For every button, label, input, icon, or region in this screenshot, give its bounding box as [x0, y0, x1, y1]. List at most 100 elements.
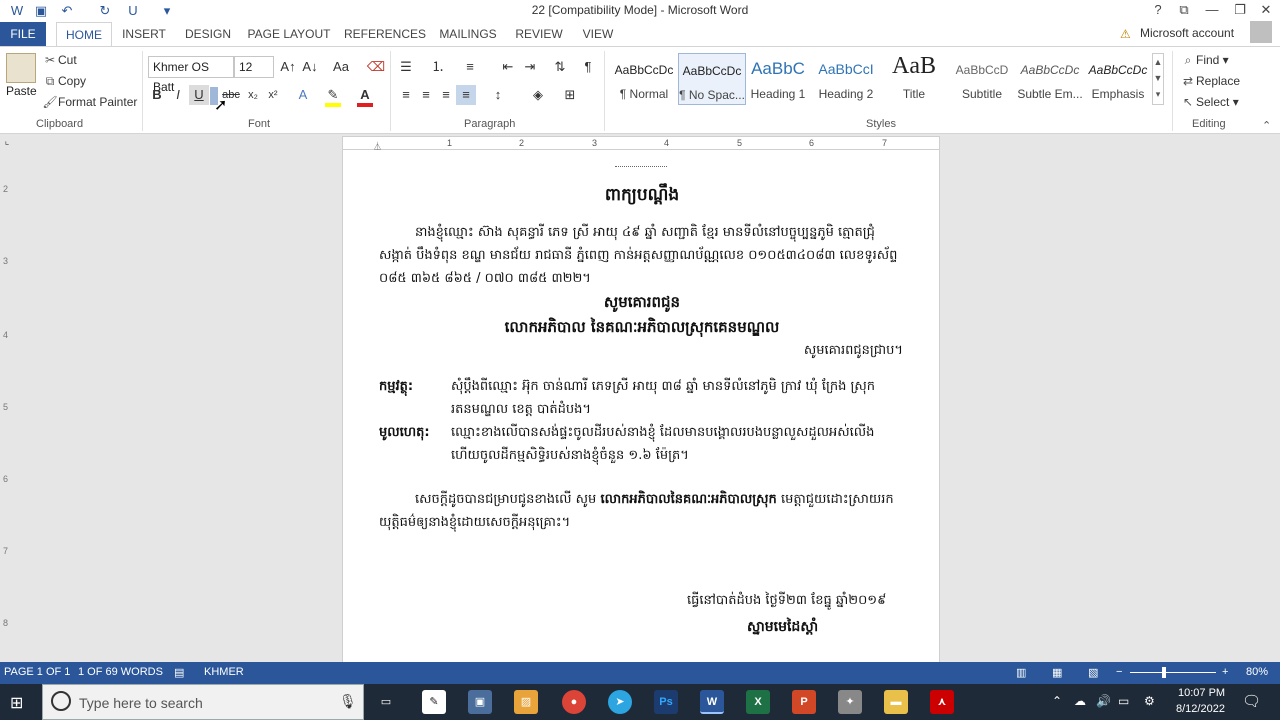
battery-icon[interactable]: ▭ — [1118, 694, 1129, 708]
document-title[interactable]: ពាក្យបណ្ដឹង — [343, 184, 941, 209]
style-heading-2[interactable]: AaBbCcI Heading 2 — [812, 53, 880, 105]
reason-line[interactable]: ហើយចូលដីកម្មសិទ្ធិរបស់នាងខ្ញុំចំនួន ១.៦ … — [451, 447, 689, 466]
clock-date[interactable]: 8/12/2022 — [1176, 703, 1225, 715]
select-button[interactable]: ↖ Select ▾ — [1180, 93, 1239, 113]
telegram-icon[interactable]: ➤ — [608, 690, 632, 714]
sort-icon[interactable]: ⇅ — [550, 57, 570, 77]
addressee-heading[interactable]: លោកអភិបាល នៃគណៈអភិបាលស្រុកគេនមណ្ឌល — [343, 318, 941, 340]
tab-view[interactable]: VIEW — [576, 22, 620, 46]
highlight-icon[interactable]: ✎ — [323, 85, 343, 105]
numbering-icon[interactable]: ⒈ — [428, 57, 448, 77]
proofing-icon[interactable]: ▤ — [174, 666, 184, 679]
zoom-out-icon[interactable]: − — [1116, 666, 1122, 678]
word-count[interactable]: 1 OF 69 WORDS — [78, 666, 163, 678]
style-heading-1[interactable]: AaBbC Heading 1 — [744, 53, 812, 105]
web-layout-icon[interactable]: ▧ — [1088, 666, 1098, 679]
paste-button[interactable]: Paste — [6, 84, 37, 98]
image-app-icon[interactable]: ▨ — [514, 690, 538, 714]
tab-home[interactable]: HOME — [56, 22, 112, 47]
tab-insert[interactable]: INSERT — [118, 22, 170, 46]
respect-heading[interactable]: សូមគោរពជូន — [343, 293, 941, 315]
style-normal[interactable]: AaBbCcDc ¶ Normal — [610, 53, 678, 105]
volume-icon[interactable]: 🔊 — [1096, 694, 1111, 708]
file-explorer-icon[interactable]: ▬ — [884, 690, 908, 714]
powerpoint-taskbar-icon[interactable]: P — [792, 690, 816, 714]
language-indicator[interactable]: KHMER — [204, 666, 244, 678]
closing-line[interactable]: សេចក្ដីដូចបានជម្រាបជូនខាងលើ សូម លោកអភិបា… — [415, 491, 894, 510]
copy-button[interactable]: ⧉ Copy — [42, 72, 86, 92]
document-page[interactable]: ពាក្យបណ្ដឹង នាងខ្ញុំឈ្មោះ ស៊ាង សុគន្ធារី… — [342, 150, 940, 662]
show-hidden-icons[interactable]: ⌃ — [1052, 694, 1062, 708]
tab-file[interactable]: FILE — [0, 22, 46, 46]
tab-selector-icon[interactable]: ⌞ — [0, 136, 14, 150]
subject-label[interactable]: កម្មវត្ថុ: — [379, 378, 413, 397]
for-info-line[interactable]: សូមគោរពជូនជ្រាប។ — [804, 342, 903, 361]
zoom-slider-handle[interactable] — [1162, 667, 1166, 678]
font-family-select[interactable]: Khmer OS Batt — [148, 56, 234, 94]
decrease-indent-icon[interactable]: ⇤ — [498, 57, 518, 77]
signature-label[interactable]: ស្នាមមេដៃស្ដាំ — [747, 617, 818, 638]
format-painter-button[interactable]: 🖌Format Painter — [42, 93, 137, 113]
borders-icon[interactable]: ⊞ — [560, 85, 580, 105]
line-spacing-icon[interactable]: ↕ — [488, 85, 508, 105]
superscript-button[interactable]: x² — [263, 85, 283, 105]
bullets-icon[interactable]: ☰ — [396, 57, 416, 77]
windows-start-icon[interactable]: ⊞ — [10, 693, 23, 713]
find-button[interactable]: ⌕ Find ▾ — [1180, 51, 1229, 71]
read-mode-icon[interactable]: ▥ — [1016, 666, 1026, 679]
shading-icon[interactable]: ◈ — [528, 85, 548, 105]
style-no-spacing[interactable]: AaBbCcDc ¶ No Spac... — [678, 53, 746, 105]
minimize-button[interactable]: — — [1200, 1, 1224, 19]
style-subtle-emphasis[interactable]: AaBbCcDc Subtle Em... — [1016, 53, 1084, 105]
subject-line[interactable]: សុំប្ដឹងពីឈ្មោះ អ៊ុក ចាន់ណារី ភេទស្រី អា… — [451, 378, 875, 397]
screenshot-app-icon[interactable]: ▣ — [468, 690, 492, 714]
tab-design[interactable]: DESIGN — [180, 22, 236, 46]
increase-indent-icon[interactable]: ⇥ — [520, 57, 540, 77]
chrome-icon[interactable]: ● — [562, 690, 586, 714]
paste-icon[interactable] — [6, 53, 36, 83]
word-taskbar-icon[interactable]: W — [700, 690, 724, 714]
justify-icon[interactable]: ≡ — [456, 85, 476, 105]
underline-button[interactable]: U — [189, 85, 209, 105]
task-view-icon[interactable]: ▭ — [374, 690, 398, 714]
style-title[interactable]: AaB Title — [880, 53, 948, 105]
photoshop-icon[interactable]: Ps — [654, 690, 678, 714]
tab-page-layout[interactable]: PAGE LAYOUT — [246, 22, 332, 46]
help-button[interactable]: ? — [1146, 1, 1170, 19]
network-icon[interactable]: ☁ — [1074, 694, 1086, 708]
vertical-ruler[interactable]: 2 3 4 5 6 7 8 — [0, 150, 14, 662]
style-subtitle[interactable]: AaBbCcD Subtitle — [948, 53, 1016, 105]
app-icon[interactable]: ✦ — [838, 690, 862, 714]
style-emphasis[interactable]: AaBbCcDc Emphasis — [1084, 53, 1152, 105]
font-size-select[interactable]: 12 — [234, 56, 274, 78]
print-layout-icon[interactable]: ▦ — [1052, 666, 1062, 679]
collapse-ribbon-icon[interactable]: ⌃ — [1262, 119, 1271, 132]
notes-app-icon[interactable]: ✎ — [422, 690, 446, 714]
font-color-icon[interactable]: A — [355, 85, 375, 105]
subject-line[interactable]: រតនមណ្ឌល ខេត្ត បាត់ដំបង។ — [451, 401, 591, 420]
horizontal-ruler[interactable]: 1 2 3 4 5 6 7 ⏃ — [342, 136, 940, 152]
date-line[interactable]: ធ្វើនៅបាត់ដំបង ថ្ងៃទី២៣ ខែធ្នូ ឆ្នាំ២០១៩ — [687, 592, 886, 611]
restore-button[interactable]: ❐ — [1228, 1, 1252, 19]
avatar[interactable] — [1250, 21, 1272, 43]
multilevel-list-icon[interactable]: ≡ — [460, 57, 480, 77]
bold-button[interactable]: B — [147, 85, 167, 105]
subscript-button[interactable]: x₂ — [243, 85, 263, 105]
styles-scroll-icon[interactable]: ▲ ▼ ▾ — [1152, 53, 1164, 105]
close-button[interactable]: ✕ — [1254, 1, 1278, 19]
replace-button[interactable]: ⇄ Replace — [1180, 72, 1240, 92]
shrink-font-icon[interactable]: A↓ — [300, 57, 320, 77]
italic-button[interactable]: I — [168, 85, 188, 105]
account-label[interactable]: Microsoft account — [1140, 26, 1234, 40]
zoom-in-icon[interactable]: + — [1222, 666, 1228, 678]
search-box[interactable]: Type here to search 🎙 — [42, 684, 364, 720]
text-effects-icon[interactable]: A — [293, 85, 313, 105]
tab-review[interactable]: REVIEW — [512, 22, 566, 46]
language-tray-icon[interactable]: ⚙ — [1144, 694, 1155, 708]
tab-references[interactable]: REFERENCES — [344, 22, 426, 46]
align-center-icon[interactable]: ≡ — [416, 85, 436, 105]
paragraph-line[interactable]: ០៨៥ ៣៦៥ ៨៦៥ / ០៧០ ៣៨៥ ៣២២។ — [379, 270, 591, 289]
tab-mailings[interactable]: MAILINGS — [434, 22, 502, 46]
change-case-button[interactable]: Aa — [328, 57, 354, 77]
paragraph-line[interactable]: សង្កាត់ បឹងទំពុន ខណ្ឌ មានជ័យ រាជធានី ភ្ន… — [379, 247, 897, 266]
